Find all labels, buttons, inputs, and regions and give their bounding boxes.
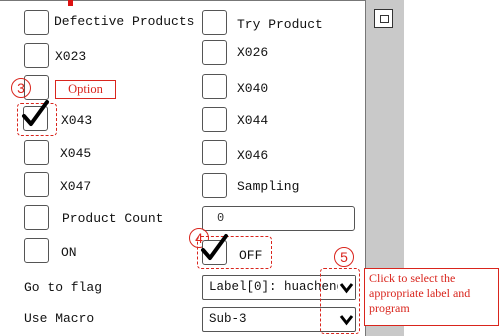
checkbox-label: X043	[61, 113, 93, 128]
select-arrows-highlight-box	[320, 268, 360, 334]
checkbox-label: OFF	[239, 248, 263, 263]
window-square-icon[interactable]	[374, 9, 393, 28]
checkbox-x026[interactable]	[202, 40, 227, 65]
go-to-flag-label: Go to flag	[24, 280, 103, 295]
checkbox-label: Defective Products	[54, 14, 195, 29]
checkbox-x040[interactable]	[202, 74, 227, 99]
checkbox-x045[interactable]	[24, 140, 49, 165]
checkmark-icon	[201, 234, 228, 260]
checkbox-defective-products[interactable]	[24, 10, 49, 35]
pointer-arrow-icon	[68, 0, 73, 6]
checkbox-label: X045	[60, 146, 92, 161]
checkbox-label: X044	[237, 113, 269, 128]
checkbox-label: ON	[61, 245, 77, 260]
use-macro-label: Use Macro	[24, 311, 95, 326]
checkbox-off[interactable]	[201, 234, 228, 265]
checkbox-x023[interactable]	[24, 43, 49, 68]
option-annotation-label: Option	[55, 80, 116, 99]
checkbox-label: X026	[237, 45, 269, 60]
checkbox-label: X023	[55, 49, 87, 64]
callout-number-3: 3	[11, 78, 31, 98]
checkbox-label: X046	[237, 148, 269, 163]
checkbox-try-product[interactable]	[202, 10, 227, 35]
select-annotation-note: Click to select the appropriate label an…	[364, 268, 499, 326]
checkbox-label: Product Count	[62, 211, 164, 226]
checkbox-label: Try Product	[237, 17, 323, 32]
checkbox-x046[interactable]	[202, 140, 227, 165]
checkmark-icon	[22, 100, 49, 126]
checkbox-on[interactable]	[24, 238, 49, 263]
checkbox-sampling[interactable]	[202, 173, 227, 198]
checkbox-product-count[interactable]	[24, 205, 49, 230]
product-count-input[interactable]: 0	[202, 206, 355, 231]
checkbox-label: Sampling	[237, 179, 300, 194]
checkbox-x043[interactable]	[22, 100, 49, 131]
use-macro-value: Sub-3	[209, 312, 247, 326]
callout-number-5: 5	[334, 247, 354, 267]
checkbox-x044[interactable]	[202, 107, 227, 132]
checkbox-x047[interactable]	[24, 172, 49, 197]
checkbox-label: X040	[237, 81, 269, 96]
panel-top-border	[0, 0, 365, 1]
checkbox-label: X047	[60, 179, 92, 194]
